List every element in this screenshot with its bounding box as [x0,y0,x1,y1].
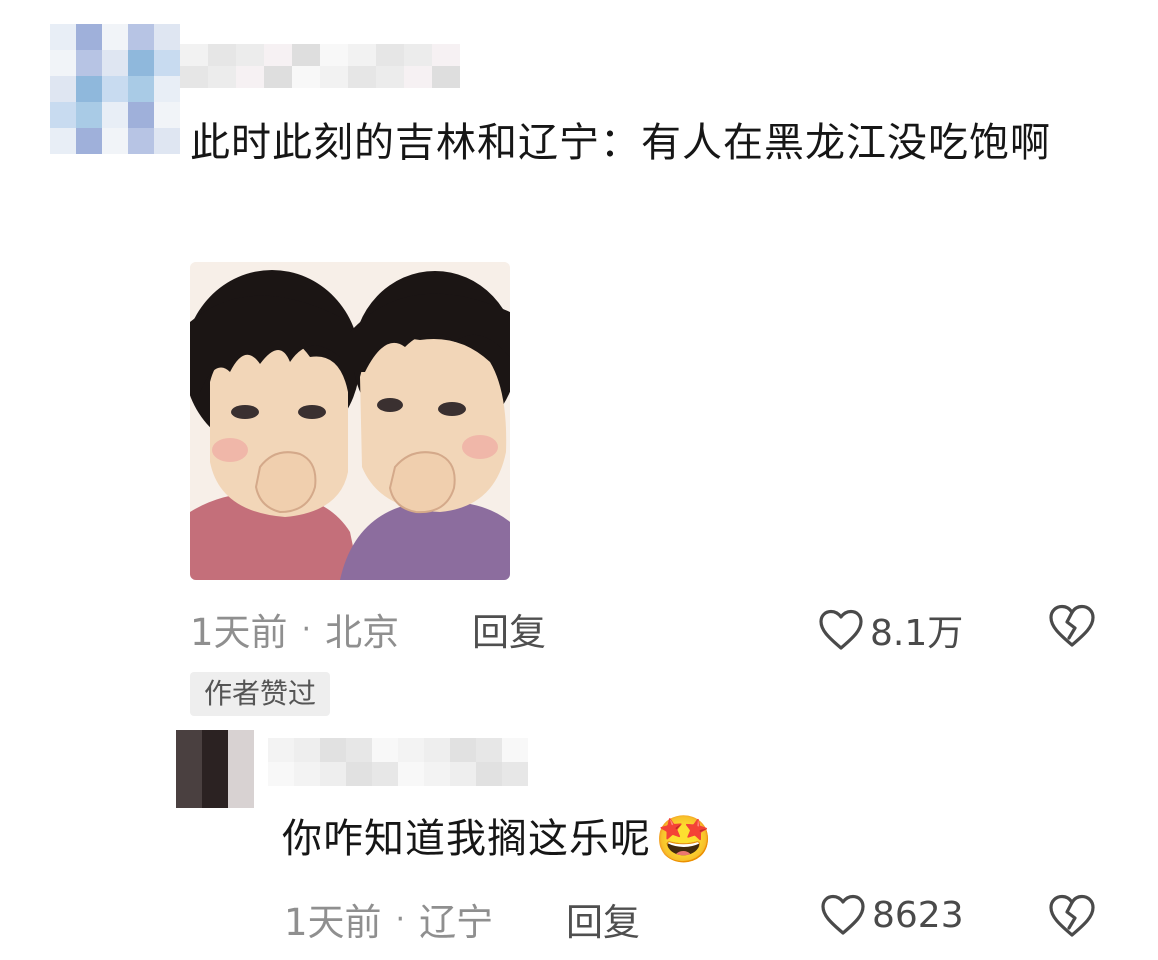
reply-location: 辽宁 [419,901,494,944]
comment-location: 北京 [325,611,400,654]
like-count: 8.1万 [870,613,964,654]
broken-heart-icon [1049,894,1095,937]
reply-button[interactable]: 回复 [472,602,546,656]
meta-separator: · [395,901,406,937]
like-button[interactable]: 8.1万 [818,604,963,656]
author-liked-badge: 作者赞过 [190,672,331,716]
meme-illustration [190,262,510,580]
reply-comment: 你咋知道我搁这乐呢 🤩 [282,808,713,870]
reply-dislike-button[interactable] [1048,894,1096,942]
commenter-avatar-blurred[interactable] [50,24,180,154]
comment-image[interactable] [190,262,510,580]
comment-time: 1天前 [190,611,288,654]
reply-avatar-blurred[interactable] [176,730,254,808]
star-struck-emoji: 🤩 [655,812,714,866]
reply-like-count: 8623 [872,894,964,936]
commenter-name-blurred[interactable] [180,44,460,88]
meta-separator: · [301,611,312,647]
dislike-button[interactable] [1048,604,1096,652]
broken-heart-icon [1049,604,1095,647]
comment-meta: 1天前 · 北京 [190,602,399,656]
comment-text: 此时此刻的吉林和辽宁：有人在黑龙江没吃饱啊 [190,120,1051,166]
reply-name-blurred[interactable] [268,738,528,786]
reply-time: 1天前 [284,901,382,944]
reply-meta: 1天前 · 辽宁 [284,892,493,946]
reply-text: 你咋知道我搁这乐呢 [282,816,651,862]
heart-outline-icon [819,609,863,650]
reply-like-button[interactable]: 8623 [820,894,964,936]
heart-outline-icon [821,894,865,935]
reply-reply-button[interactable]: 回复 [566,892,640,946]
